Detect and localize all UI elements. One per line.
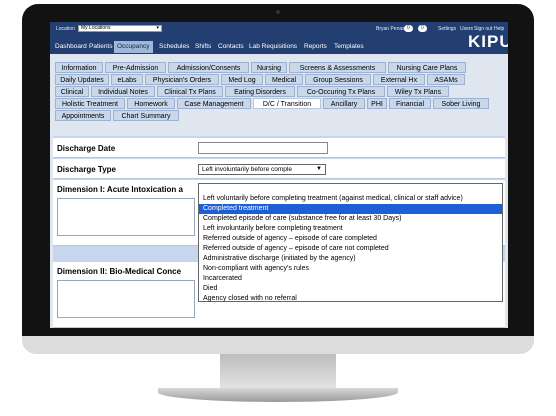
camera-dot [276, 10, 280, 14]
dropdown-option[interactable]: Died [199, 284, 502, 294]
tab-eating-disorders[interactable]: Eating Disorders [225, 86, 295, 97]
tab-med-log[interactable]: Med Log [221, 74, 263, 85]
tab-clinical-tx-plans[interactable]: Clinical Tx Plans [157, 86, 223, 97]
settings-link[interactable]: Settings [438, 26, 456, 32]
discharge-date-row: Discharge Date [53, 138, 505, 158]
dimension-1-label: Dimension I: Acute Intoxication a [57, 185, 183, 194]
nav-schedules[interactable]: Schedules [156, 41, 192, 53]
nav-contacts[interactable]: Contacts [215, 41, 247, 53]
tab-asams[interactable]: ASAMs [427, 74, 465, 85]
nav-templates[interactable]: Templates [331, 41, 367, 53]
alert-badge[interactable]: 0 [418, 25, 427, 32]
discharge-date-label: Discharge Date [57, 144, 116, 153]
dropdown-option[interactable]: Referred outside of agency – episode of … [199, 234, 502, 244]
nav-dashboard[interactable]: Dashboard [52, 41, 90, 53]
user-name[interactable]: Bryan Penasi [376, 26, 406, 32]
tab-elabs[interactable]: eLabs [111, 74, 143, 85]
dropdown-option[interactable]: Administrative discharge (initiated by t… [199, 254, 502, 264]
nav-patients[interactable]: Patients [86, 41, 116, 53]
tab-ancillary[interactable]: Ancillary [323, 98, 365, 109]
tab-wiley-tx-plans[interactable]: Wiley Tx Plans [387, 86, 449, 97]
monitor-stand-base [158, 388, 398, 402]
location-label: Location [56, 26, 75, 32]
tab-nursing[interactable]: Nursing [251, 62, 287, 73]
tab-dc-transition[interactable]: D/C / Transition [253, 98, 321, 109]
nav-occupancy[interactable]: Occupancy [114, 41, 153, 53]
message-badge[interactable]: 0 [404, 25, 413, 32]
tab-nursing-care-plans[interactable]: Nursing Care Plans [388, 62, 466, 73]
tab-appointments[interactable]: Appointments [55, 110, 111, 121]
chevron-down-icon: ▼ [316, 166, 322, 172]
tab-screens-assessments[interactable]: Screens & Assessments [289, 62, 386, 73]
tab-pre-admission[interactable]: Pre-Admission [105, 62, 166, 73]
dropdown-option[interactable]: Left voluntarily before completing treat… [199, 194, 502, 204]
monitor-chin [22, 336, 534, 354]
discharge-date-input[interactable] [198, 142, 328, 154]
discharge-type-row: Discharge Type Left involuntarily before… [53, 159, 505, 179]
tab-financial[interactable]: Financial [389, 98, 431, 109]
main-content: Information Pre-Admission Admission/Cons… [50, 54, 508, 328]
tab-group-sessions[interactable]: Group Sessions [305, 74, 371, 85]
dropdown-option-selected[interactable]: Completed treatment [199, 204, 502, 214]
dropdown-option[interactable]: Incarcerated [199, 274, 502, 284]
nav-reports[interactable]: Reports [301, 41, 330, 53]
chart-tabs: Information Pre-Admission Admission/Cons… [53, 62, 505, 134]
tab-chart-summary[interactable]: Chart Summary [113, 110, 179, 121]
monitor-stand-neck [220, 354, 336, 392]
tab-case-management[interactable]: Case Management [177, 98, 251, 109]
discharge-form: Discharge Date Discharge Type Left invol… [53, 136, 505, 328]
nav-lab-requisitions[interactable]: Lab Requisitions [246, 41, 300, 53]
chevron-down-icon: ▾ [156, 25, 159, 31]
dropdown-option[interactable] [199, 184, 502, 194]
nav-shifts[interactable]: Shifts [192, 41, 214, 53]
dimension-1-textarea[interactable] [57, 198, 195, 236]
tab-sober-living[interactable]: Sober Living [433, 98, 489, 109]
location-select[interactable]: My Locations ▾ [78, 25, 162, 32]
discharge-type-value: Left involuntarily before comple [202, 166, 292, 173]
tab-admission-consents[interactable]: Admission/Consents [168, 62, 249, 73]
tab-medical[interactable]: Medical [265, 74, 303, 85]
tab-daily-updates[interactable]: Daily Updates [55, 74, 109, 85]
tab-co-occuring-tx-plans[interactable]: Co-Occuring Tx Plans [297, 86, 385, 97]
discharge-type-select[interactable]: Left involuntarily before comple ▼ [198, 164, 326, 175]
tab-holistic-treatment[interactable]: Holistic Treatment [55, 98, 125, 109]
dimension-2-label: Dimension II: Bio-Medical Conce [57, 267, 182, 276]
tab-individual-notes[interactable]: Individual Notes [91, 86, 155, 97]
tab-clinical[interactable]: Clinical [55, 86, 89, 97]
discharge-type-label: Discharge Type [57, 165, 116, 174]
dropdown-option[interactable]: Non-compliant with agency's rules [199, 264, 502, 274]
kipu-logo: KIPU [468, 32, 508, 51]
tab-homework[interactable]: Homework [127, 98, 175, 109]
dimension-2-textarea[interactable] [57, 280, 195, 318]
dropdown-option[interactable]: Left involuntarily before completing tre… [199, 224, 502, 234]
tab-physicians-orders[interactable]: Physician's Orders [145, 74, 219, 85]
dropdown-option[interactable]: Completed episode of care (substance fre… [199, 214, 502, 224]
dropdown-option[interactable]: Agency closed with no referral [199, 294, 502, 303]
screen: Location My Locations ▾ Bryan Penasi 0 0… [50, 22, 508, 328]
top-bar: Location My Locations ▾ Bryan Penasi 0 0… [50, 22, 508, 54]
tab-information[interactable]: Information [55, 62, 103, 73]
tab-external-hx[interactable]: External Hx [373, 74, 425, 85]
tab-phi[interactable]: PHI [367, 98, 387, 109]
discharge-type-dropdown: Left voluntarily before completing treat… [198, 183, 503, 302]
location-value: My Locations [81, 25, 111, 31]
dropdown-option[interactable]: Referred outside of agency – episode of … [199, 244, 502, 254]
